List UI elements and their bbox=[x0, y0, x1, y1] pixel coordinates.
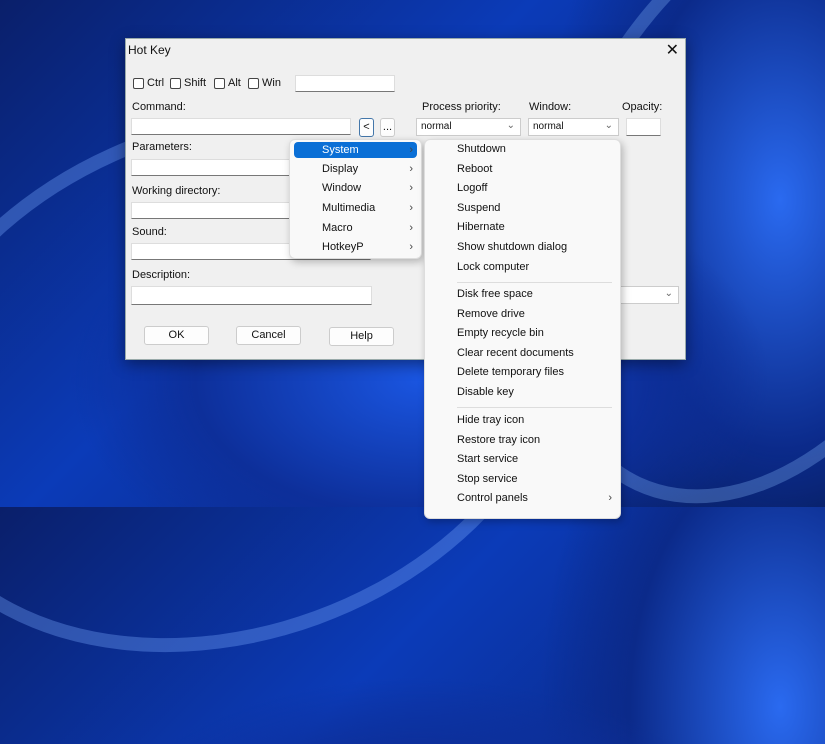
submenu-item-label: Hide tray icon bbox=[457, 414, 525, 426]
submenu-item-label: Restore tray icon bbox=[457, 433, 541, 446]
chevron-right-icon: › bbox=[409, 222, 413, 234]
menu-item-multimedia[interactable]: Multimedia › bbox=[294, 200, 417, 216]
system-submenu: Shutdown Reboot Logoff Suspend Hibernate Show… bbox=[424, 139, 621, 519]
hotkey-input[interactable] bbox=[295, 75, 395, 92]
win-checkbox[interactable]: Win bbox=[248, 77, 281, 89]
menu-item-system[interactable]: System › bbox=[294, 142, 417, 158]
submenu-item-label: Reboot bbox=[457, 162, 493, 175]
opacity-label: Opacity: bbox=[622, 101, 663, 113]
ctrl-checkbox[interactable]: Ctrl bbox=[133, 77, 164, 89]
win-label: Win bbox=[262, 77, 281, 89]
shift-label: Shift bbox=[184, 77, 207, 89]
submenu-item-label: Disable key bbox=[457, 386, 514, 398]
submenu-item[interactable]: Restore tray icon bbox=[429, 432, 616, 448]
submenu-item[interactable]: Empty recycle bin bbox=[429, 325, 616, 341]
submenu-item-label: Suspend bbox=[457, 201, 501, 214]
window-value: normal bbox=[533, 121, 564, 132]
shift-checkbox[interactable]: Shift bbox=[170, 77, 206, 89]
help-button[interactable]: Help bbox=[329, 327, 394, 346]
menu-item-hotkeyp[interactable]: HotkeyP › bbox=[294, 239, 417, 255]
submenu-item[interactable]: Stop service bbox=[429, 471, 616, 487]
browse-back-button[interactable]: < bbox=[359, 118, 374, 137]
opacity-input[interactable] bbox=[626, 118, 661, 136]
chevron-right-icon: › bbox=[409, 202, 413, 214]
submenu-item-label: Remove drive bbox=[457, 307, 525, 320]
menu-item-label: Multimedia bbox=[322, 202, 376, 214]
submenu-item[interactable]: Lock computer bbox=[429, 259, 616, 275]
sound-label: Sound: bbox=[132, 226, 167, 238]
ok-button[interactable]: OK bbox=[144, 326, 209, 345]
chevron-right-icon: › bbox=[409, 182, 413, 194]
submenu-item[interactable]: Disable key bbox=[429, 384, 616, 400]
menu-separator bbox=[457, 282, 612, 283]
submenu-item-label: Control panels bbox=[457, 492, 528, 505]
menu-separator bbox=[457, 407, 612, 408]
submenu-item[interactable]: Start service bbox=[429, 451, 616, 467]
submenu-item-label: Show shutdown dialog bbox=[457, 241, 568, 253]
chevron-right-icon: › bbox=[409, 163, 413, 175]
command-input[interactable] bbox=[131, 118, 351, 135]
window-select[interactable]: normal ⌄ bbox=[528, 118, 619, 136]
menu-item-label: System bbox=[322, 144, 359, 156]
window-label: Window: bbox=[529, 101, 572, 113]
process-priority-label: Process priority: bbox=[422, 101, 501, 113]
chevron-down-icon: ⌄ bbox=[664, 288, 673, 299]
submenu-item-label: Shutdown bbox=[457, 143, 506, 155]
submenu-item-label: Empty recycle bin bbox=[457, 327, 544, 340]
dropdown-select[interactable]: ⌄ bbox=[616, 286, 679, 304]
working-directory-label: Working directory: bbox=[132, 185, 221, 197]
submenu-item[interactable]: Hide tray icon bbox=[429, 412, 616, 428]
submenu-item[interactable]: Logoff bbox=[429, 180, 616, 196]
parameters-label: Parameters: bbox=[132, 141, 192, 153]
submenu-item[interactable]: Control panels › bbox=[429, 490, 616, 506]
submenu-item[interactable]: Delete temporary files bbox=[429, 364, 616, 380]
submenu-item-label: Stop service bbox=[457, 472, 518, 485]
menu-item-label: Display bbox=[322, 163, 359, 175]
submenu-item[interactable]: Reboot bbox=[429, 161, 616, 177]
chevron-down-icon: ⌄ bbox=[604, 120, 613, 131]
description-input[interactable] bbox=[131, 286, 372, 305]
menu-item-window[interactable]: Window › bbox=[294, 180, 417, 196]
description-label: Description: bbox=[132, 269, 191, 281]
chevron-down-icon: ⌄ bbox=[506, 120, 515, 131]
submenu-item-label: Hibernate bbox=[457, 221, 505, 234]
menu-item-label: Window bbox=[322, 182, 362, 194]
submenu-item[interactable]: Hibernate bbox=[429, 219, 616, 235]
dialog-title: Hot Key bbox=[128, 43, 171, 57]
submenu-item-label: Start service bbox=[457, 453, 519, 466]
close-icon[interactable]: ✕ bbox=[666, 40, 679, 60]
command-label: Command: bbox=[132, 101, 186, 113]
submenu-item-label: Clear recent documents bbox=[457, 346, 574, 359]
process-priority-value: normal bbox=[421, 121, 452, 132]
menu-item-macro[interactable]: Macro › bbox=[294, 220, 417, 236]
browse-button[interactable]: ... bbox=[380, 118, 395, 137]
context-menu: System › Display › Window › Multimedia › Mac… bbox=[289, 139, 422, 259]
submenu-item[interactable]: Remove drive bbox=[429, 306, 616, 322]
submenu-item[interactable]: Disk free space bbox=[429, 286, 616, 302]
submenu-item-label: Delete temporary files bbox=[457, 366, 564, 379]
process-priority-select[interactable]: normal ⌄ bbox=[416, 118, 521, 136]
alt-checkbox[interactable]: Alt bbox=[214, 77, 241, 89]
submenu-item[interactable]: Suspend bbox=[429, 200, 616, 216]
chevron-right-icon: › bbox=[409, 241, 413, 253]
menu-item-label: Macro bbox=[322, 222, 353, 234]
cancel-button[interactable]: Cancel bbox=[236, 326, 301, 345]
submenu-item[interactable]: Show shutdown dialog bbox=[429, 239, 616, 255]
submenu-item[interactable]: Clear recent documents bbox=[429, 345, 616, 361]
submenu-item-label: Logoff bbox=[457, 182, 488, 195]
menu-item-display[interactable]: Display › bbox=[294, 161, 417, 177]
chevron-right-icon: › bbox=[608, 492, 612, 505]
submenu-item-label: Lock computer bbox=[457, 260, 530, 273]
ctrl-label: Ctrl bbox=[147, 77, 165, 89]
submenu-item[interactable]: Shutdown bbox=[429, 141, 616, 157]
alt-label: Alt bbox=[228, 77, 241, 89]
submenu-item-label: Disk free space bbox=[457, 288, 533, 300]
chevron-right-icon: › bbox=[409, 144, 413, 156]
menu-item-label: HotkeyP bbox=[322, 241, 364, 253]
